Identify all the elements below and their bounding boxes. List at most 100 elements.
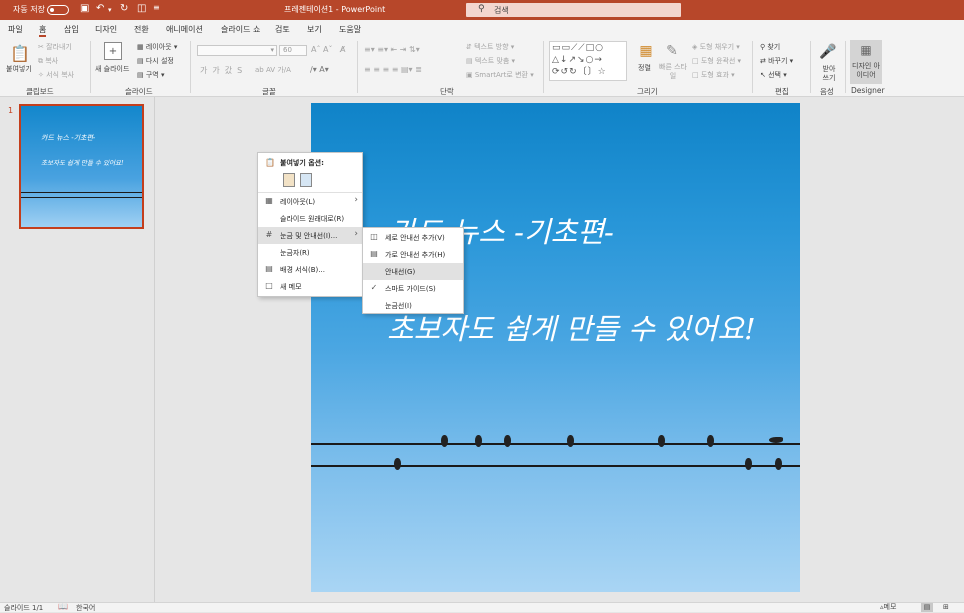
quick-styles-icon[interactable]: ✎	[663, 42, 681, 60]
paste-button[interactable]: 붙여넣기	[6, 64, 32, 74]
smartart-label: SmartArt로 변환	[474, 71, 528, 79]
menu-item-label: 슬라이드 원래대로(R)	[280, 215, 345, 223]
dictate-button[interactable]: 받아 쓰기	[819, 65, 839, 83]
notes-button[interactable]: ▵메모	[880, 602, 896, 612]
reset-button[interactable]: ▤ 다시 설정	[137, 56, 174, 66]
text-direction-button[interactable]: ⇵ 텍스트 방향 ▾	[466, 42, 514, 52]
format-painter-button[interactable]: ✧ 서식 복사	[38, 70, 74, 80]
arrange-button[interactable]: 정렬	[638, 63, 651, 73]
bird-image	[775, 458, 782, 470]
clear-format-icon[interactable]: A̸	[340, 45, 345, 54]
font-grow-shrink-icon[interactable]: Aˆ Aˇ	[311, 45, 333, 54]
submenu-item-label: 세로 안내선 추가(V)	[385, 234, 445, 242]
undo-dropdown-icon[interactable]: ▾	[108, 6, 112, 14]
menu-item-new-comment[interactable]: □ 새 메모	[258, 278, 362, 295]
redo-icon[interactable]: ↻	[120, 3, 128, 14]
thumbnail-subtitle: 초보자도 쉽게 만들 수 있어요!	[41, 159, 124, 167]
font-style-icons[interactable]: 가가갔S	[200, 65, 247, 76]
quick-styles-button[interactable]: 빠른 스타일	[658, 63, 688, 81]
align-text-button[interactable]: ▤ 텍스트 맞춤 ▾	[466, 56, 515, 66]
smartart-button[interactable]: ▣ SmartArt로 변환 ▾	[466, 70, 534, 80]
group-clipboard-label: 클립보드	[26, 87, 54, 96]
menu-item-label: 레이아웃(L)	[280, 198, 316, 206]
design-ideas-label: 디자인 아이디어	[852, 62, 880, 79]
arrange-icon[interactable]: ▦	[637, 42, 655, 60]
normal-view-icon[interactable]: ▤	[921, 603, 933, 612]
replace-label: 바꾸기	[768, 57, 788, 65]
power-line	[311, 443, 800, 445]
find-button[interactable]: ⚲ 찾기	[760, 42, 780, 52]
bird-image	[475, 435, 482, 447]
slide-thumbnail[interactable]: 카드 뉴스 -기초편- 초보자도 쉽게 만들 수 있어요!	[19, 104, 144, 229]
undo-icon[interactable]: ↶	[96, 3, 104, 14]
menu-item-format-background[interactable]: ▤ 배경 서식(B)...	[258, 261, 362, 278]
font-color-icon[interactable]: ∕▾ A▾	[310, 65, 329, 74]
select-label: 선택	[768, 71, 781, 79]
menu-item-label: 눈금자(R)	[280, 249, 310, 257]
font-family-dropdown[interactable]: ▾	[197, 45, 277, 56]
new-slide-icon[interactable]: +	[104, 42, 122, 60]
ribbon-separator	[845, 41, 846, 93]
shape-outline-button[interactable]: □ 도형 윤곽선 ▾	[692, 56, 741, 66]
copy-button[interactable]: ⧉ 복사	[38, 56, 58, 66]
bird-image	[769, 437, 783, 443]
design-ideas-button[interactable]: ▦ 디자인 아이디어	[850, 40, 882, 84]
paste-icon: 📋	[265, 158, 275, 167]
font-size-dropdown[interactable]: 60	[279, 45, 307, 56]
find-label: 찾기	[767, 43, 781, 51]
format-background-icon: ▤	[265, 264, 273, 273]
paste-keep-format-icon[interactable]	[283, 173, 295, 187]
thumbnail-number: 1	[8, 106, 14, 115]
section-button[interactable]: ▤ 구역 ▾	[137, 70, 164, 80]
tab-view[interactable]: 보기	[307, 24, 322, 35]
tab-home[interactable]: 홈	[39, 24, 47, 37]
shape-fill-button[interactable]: ◈ 도형 채우기 ▾	[692, 42, 740, 52]
submenu-item-add-vertical-guide[interactable]: ◫ 세로 안내선 추가(V)	[363, 229, 463, 246]
shape-effects-button[interactable]: □ 도형 효과 ▾	[692, 70, 735, 80]
tab-animations[interactable]: 애니메이션	[166, 24, 203, 35]
submenu-item-add-horizontal-guide[interactable]: ▤ 가로 안내선 추가(H)	[363, 246, 463, 263]
tab-review[interactable]: 검토	[275, 24, 290, 35]
submenu-item-guides[interactable]: 안내선(G)	[363, 263, 463, 280]
menu-item-layout[interactable]: ▦ 레이아웃(L) ›	[258, 193, 362, 210]
spellcheck-icon[interactable]: 📖	[58, 602, 68, 611]
autosave-toggle[interactable]	[47, 5, 69, 15]
paste-picture-icon[interactable]	[300, 173, 312, 187]
tab-slideshow[interactable]: 슬라이드 쇼	[221, 24, 260, 35]
slide[interactable]: 카드 뉴스 -기초편- 초보자도 쉽게 만들 수 있어요!	[311, 103, 800, 592]
group-designer-label: Designer	[851, 86, 885, 95]
replace-button[interactable]: ⇄ 바꾸기 ▾	[760, 56, 793, 66]
align-icons[interactable]: ≡ ≡ ≡ ≡ ▤▾ ≣	[364, 65, 422, 74]
select-button[interactable]: ↖ 선택 ▾	[760, 70, 787, 80]
tab-file[interactable]: 파일	[8, 24, 23, 35]
char-spacing-icon[interactable]: ab AV 가/A	[255, 65, 291, 75]
tab-design[interactable]: 디자인	[95, 24, 117, 35]
layout-button[interactable]: ▦ 레이아웃 ▾	[137, 42, 177, 52]
list-icons[interactable]: ≡▾ ≡▾ ⇤ ⇥ ⇅▾	[364, 45, 420, 54]
ribbon-separator	[543, 41, 544, 93]
slide-sorter-icon[interactable]: ⊞	[943, 603, 949, 611]
customize-toolbar-icon[interactable]: ≡	[153, 3, 160, 12]
search-input[interactable]: ⚲ 검색	[466, 3, 681, 17]
save-icon[interactable]: ▣	[80, 3, 89, 14]
cut-button[interactable]: ✂ 잘라내기	[38, 42, 72, 52]
tab-help[interactable]: 도움말	[339, 24, 361, 35]
ribbon-separator	[810, 41, 811, 93]
microphone-icon[interactable]: 🎤	[819, 42, 836, 62]
chevron-right-icon: ›	[354, 195, 358, 205]
tab-transitions[interactable]: 전환	[134, 24, 149, 35]
paste-icon[interactable]: 📋	[9, 42, 31, 64]
submenu-item-gridlines[interactable]: 눈금선(I)	[363, 297, 463, 314]
menu-item-reset-slide[interactable]: 슬라이드 원래대로(R)	[258, 210, 362, 227]
group-font-label: 글꼴	[262, 87, 276, 96]
bird-image	[707, 435, 714, 447]
new-slide-button[interactable]: 새 슬라이드	[95, 64, 129, 74]
shapes-gallery[interactable]: ▭▭⟋⟋□○ △↓↗↘○→ ⟳↺↻〔〕☆	[549, 41, 627, 81]
menu-item-grid-guides[interactable]: # 눈금 및 안내선(I)... ›	[258, 227, 362, 244]
autosave-label: 자동 저장	[13, 5, 45, 14]
submenu-item-smart-guides[interactable]: ✓ 스마트 가이드(S)	[363, 280, 463, 297]
menu-item-ruler[interactable]: 눈금자(R)	[258, 244, 362, 261]
tab-insert[interactable]: 삽입	[64, 24, 79, 35]
bird-image	[394, 458, 401, 470]
present-icon[interactable]: ◫	[137, 3, 146, 14]
